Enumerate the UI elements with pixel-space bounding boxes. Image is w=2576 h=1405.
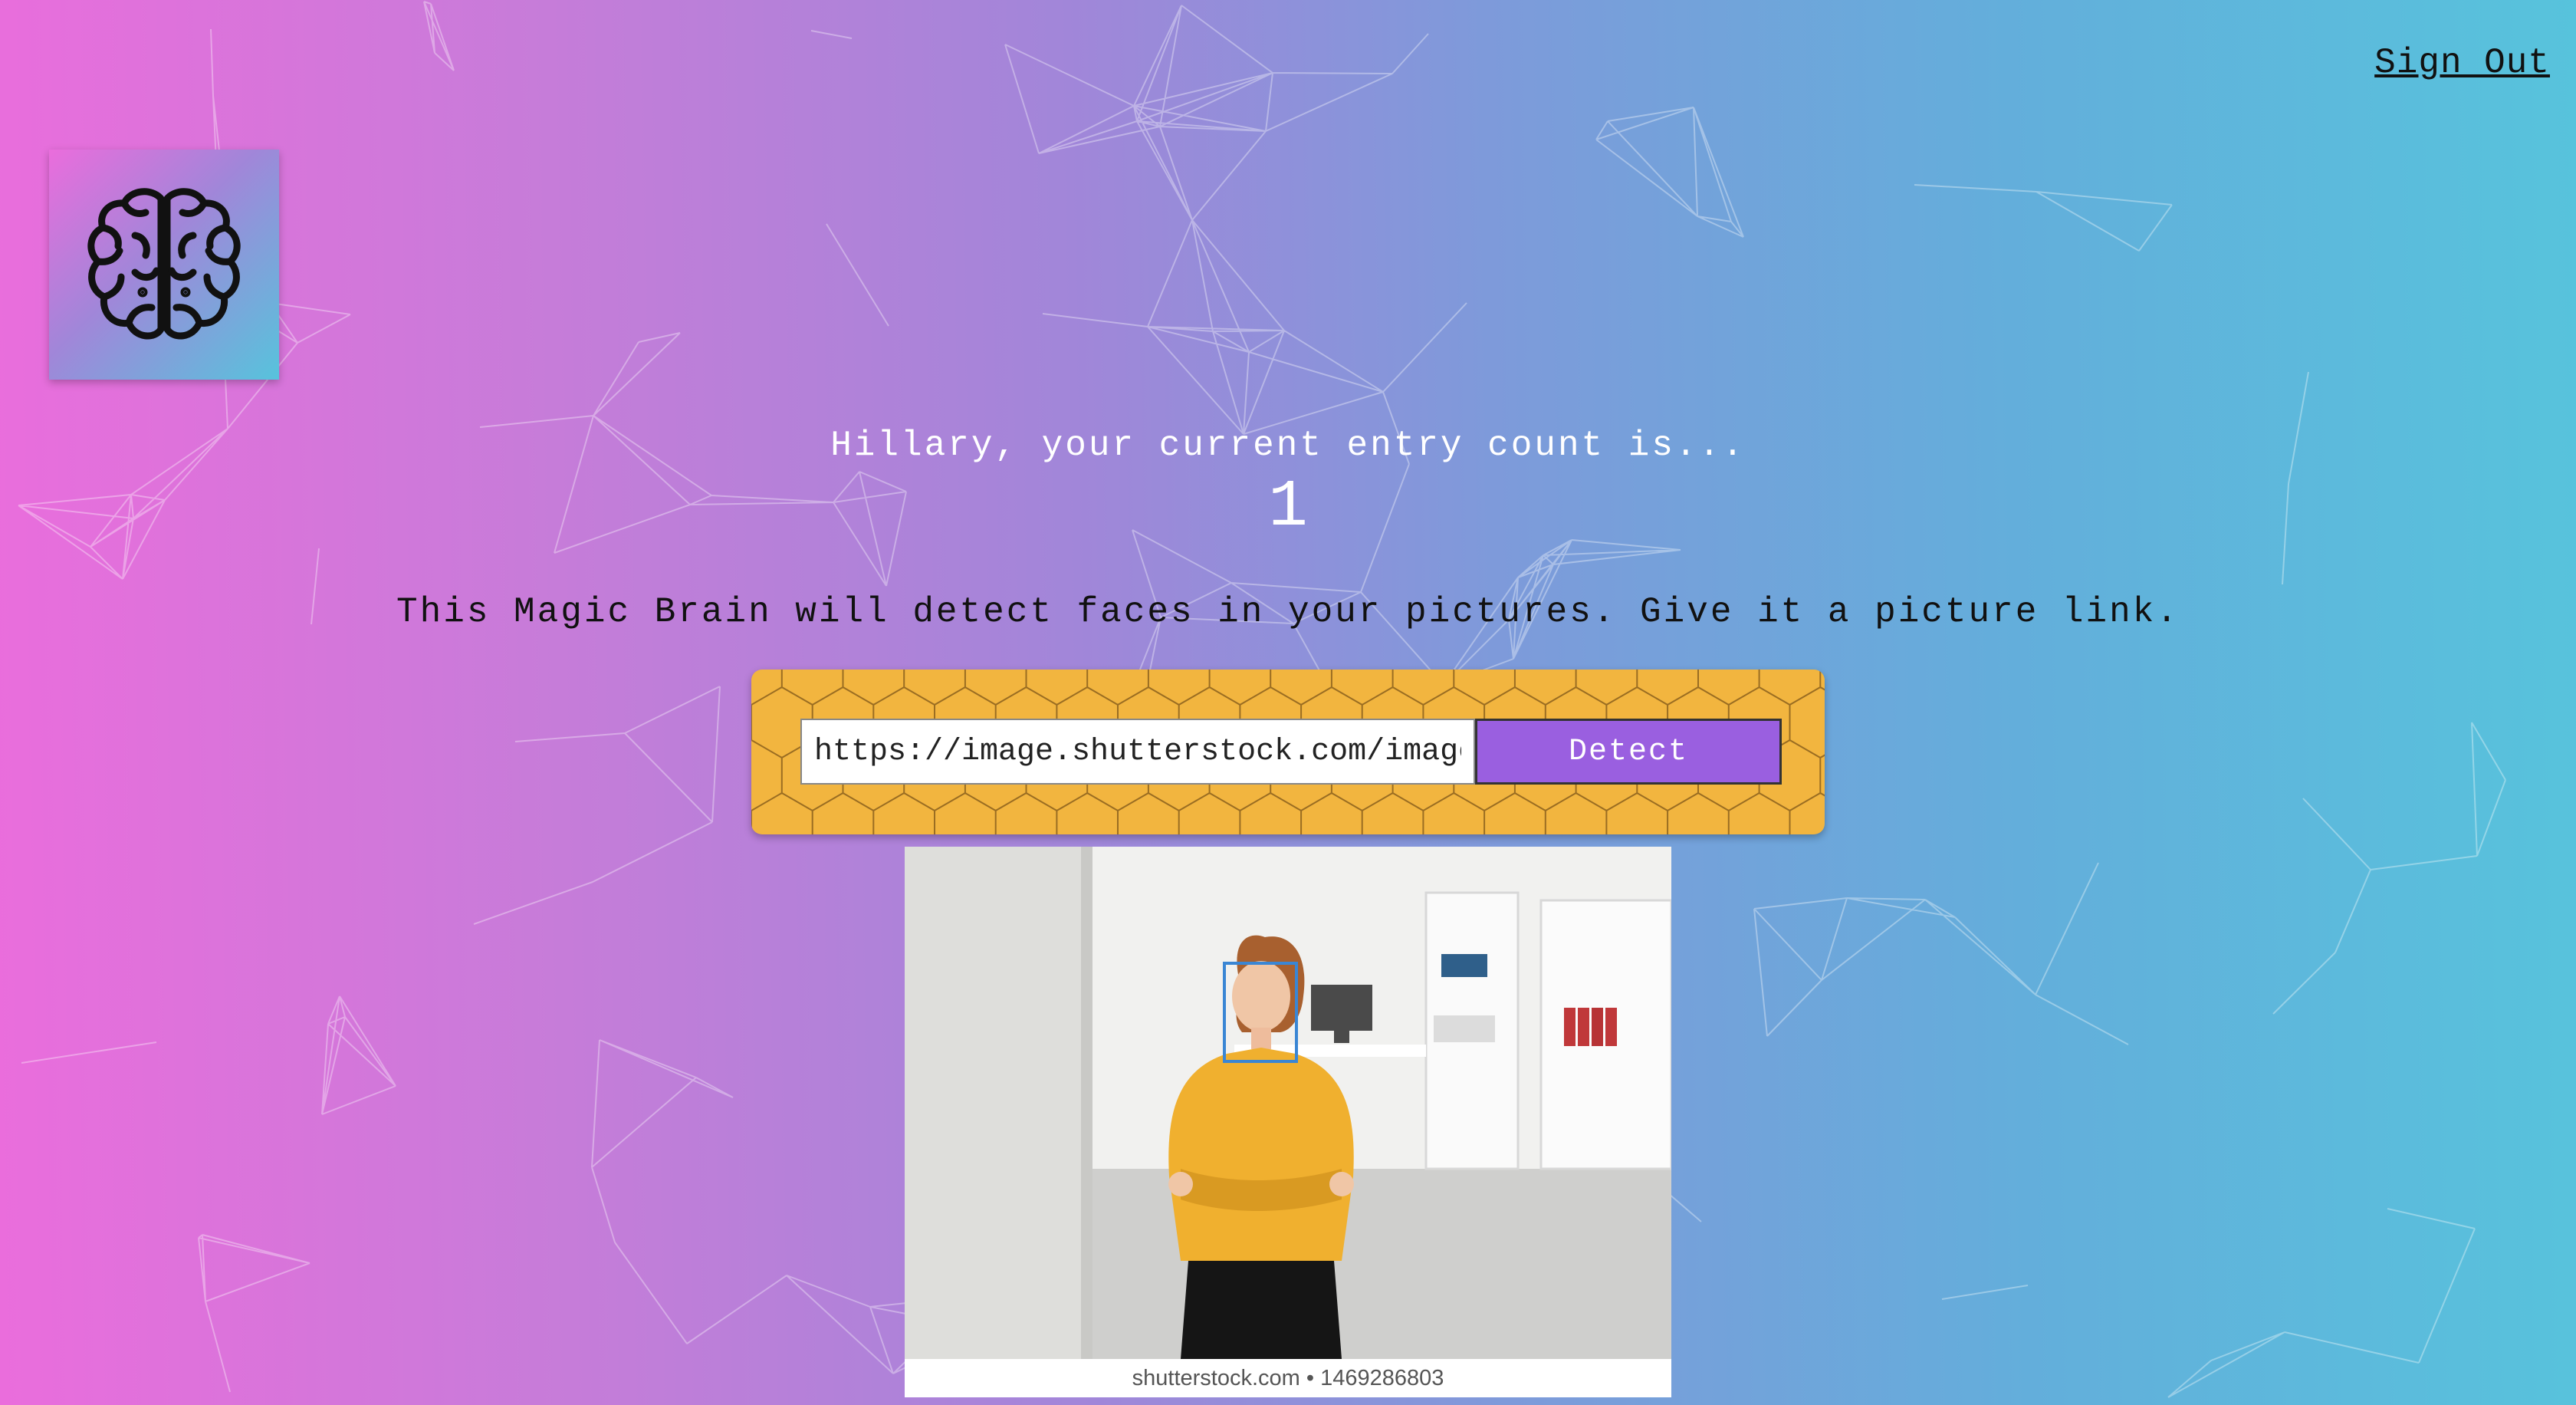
image-caption: shutterstock.com • 1469286803 xyxy=(905,1359,1671,1397)
entry-count-value: 1 xyxy=(1268,469,1308,545)
brain-icon xyxy=(87,188,241,340)
entry-count-label: Hillary, your current entry count is... xyxy=(830,426,1746,466)
photo-scene xyxy=(905,847,1671,1359)
face-bounding-box xyxy=(1223,962,1298,1063)
image-link-form: Detect xyxy=(751,670,1825,834)
detected-image: shutterstock.com • 1469286803 xyxy=(905,847,1671,1397)
detect-button[interactable]: Detect xyxy=(1475,719,1782,785)
intro-text: This Magic Brain will detect faces in yo… xyxy=(396,592,2180,632)
image-url-input[interactable] xyxy=(800,719,1475,785)
logo[interactable] xyxy=(49,150,279,380)
sign-out-link[interactable]: Sign Out xyxy=(2374,43,2550,83)
